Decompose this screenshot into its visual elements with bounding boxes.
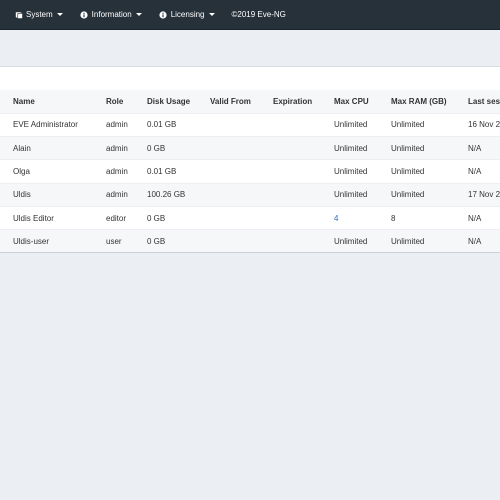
user-last-session: N/A: [455, 135, 500, 160]
table-row[interactable]: Uldis-user user 0 GB Unlimited Unlimited…: [0, 229, 500, 252]
user-expiration: [260, 159, 321, 184]
info-circle-icon: [159, 10, 168, 19]
user-expiration: [260, 206, 321, 230]
user-name: EVE Administrator: [0, 112, 93, 137]
chevron-down-icon: [208, 13, 215, 16]
user-expiration: [260, 182, 321, 207]
table-row[interactable]: EVE Administrator admin 0.01 GB Unlimite…: [0, 112, 500, 137]
column-header-expiration[interactable]: Expiration: [260, 90, 321, 113]
user-last-session: 17 Nov 20: [455, 182, 500, 207]
user-last-session: N/A: [455, 229, 500, 252]
table-row[interactable]: Olga admin 0.01 GB Unlimited Unlimited N…: [0, 159, 500, 184]
user-max-cpu: Unlimited: [321, 135, 378, 160]
user-max-ram: 8: [378, 206, 455, 230]
table-header-row: Name Role Disk Usage Valid From Expirati…: [0, 90, 500, 113]
user-name: Alain: [0, 135, 93, 160]
user-role: user: [93, 229, 134, 252]
system-menu[interactable]: System: [14, 10, 63, 19]
user-max-ram: Unlimited: [378, 112, 455, 137]
user-max-ram: Unlimited: [378, 159, 455, 184]
user-valid-from: [197, 229, 260, 252]
user-max-ram: Unlimited: [378, 229, 455, 252]
user-last-session: N/A: [455, 206, 500, 230]
column-header-disk-usage[interactable]: Disk Usage: [134, 90, 197, 113]
user-expiration: [260, 229, 321, 252]
column-header-last-session[interactable]: Last session: [455, 90, 500, 113]
user-role: admin: [93, 112, 134, 137]
user-max-cpu: 4: [321, 206, 378, 230]
user-max-cpu: Unlimited: [321, 229, 378, 252]
top-navbar: System Information Licensing ©2019 Eve-N…: [0, 0, 500, 30]
column-header-role[interactable]: Role: [93, 90, 134, 113]
user-disk-usage: 100.26 GB: [134, 182, 197, 207]
user-role: admin: [93, 159, 134, 184]
copyright-text: ©2019 Eve-NG: [231, 10, 286, 19]
book-icon: [14, 10, 23, 19]
licensing-menu-label: Licensing: [170, 10, 205, 19]
information-menu[interactable]: Information: [80, 10, 142, 19]
table-row[interactable]: Alain admin 0 GB Unlimited Unlimited N/A: [0, 135, 500, 160]
table-row[interactable]: Uldis admin 100.26 GB Unlimited Unlimite…: [0, 182, 500, 207]
user-valid-from: [197, 112, 260, 137]
licensing-menu[interactable]: Licensing: [159, 10, 215, 19]
user-disk-usage: 0 GB: [134, 135, 197, 160]
info-circle-icon: [80, 10, 89, 19]
user-disk-usage: 0 GB: [134, 206, 197, 230]
table-row[interactable]: Uldis Editor editor 0 GB 4 8 N/A: [0, 206, 500, 230]
system-menu-label: System: [26, 10, 53, 19]
column-header-name[interactable]: Name: [0, 90, 93, 113]
column-header-max-cpu[interactable]: Max CPU: [321, 90, 378, 113]
user-max-ram: Unlimited: [378, 182, 455, 207]
column-header-max-ram[interactable]: Max RAM (GB): [378, 90, 455, 113]
user-role: editor: [93, 206, 134, 230]
user-valid-from: [197, 159, 260, 184]
user-name: Uldis Editor: [0, 206, 93, 230]
user-disk-usage: 0.01 GB: [134, 159, 197, 184]
user-name: Olga: [0, 159, 93, 184]
users-table: Name Role Disk Usage Valid From Expirati…: [0, 90, 500, 252]
users-panel: Name Role Disk Usage Valid From Expirati…: [0, 66, 500, 253]
information-menu-label: Information: [91, 10, 132, 19]
user-role: admin: [93, 135, 134, 160]
user-max-ram: Unlimited: [378, 135, 455, 160]
user-expiration: [260, 135, 321, 160]
user-valid-from: [197, 206, 260, 230]
user-max-cpu: Unlimited: [321, 112, 378, 137]
column-header-valid-from[interactable]: Valid From: [197, 90, 260, 113]
user-role: admin: [93, 182, 134, 207]
user-name: Uldis-user: [0, 229, 93, 252]
user-last-session: 16 Nov 20: [455, 112, 500, 137]
user-expiration: [260, 112, 321, 137]
chevron-down-icon: [135, 13, 142, 16]
user-disk-usage: 0 GB: [134, 229, 197, 252]
user-name: Uldis: [0, 182, 93, 207]
user-valid-from: [197, 182, 260, 207]
user-valid-from: [197, 135, 260, 160]
user-disk-usage: 0.01 GB: [134, 112, 197, 137]
user-max-cpu: Unlimited: [321, 182, 378, 207]
user-last-session: N/A: [455, 159, 500, 184]
user-max-cpu: Unlimited: [321, 159, 378, 184]
chevron-down-icon: [56, 13, 63, 16]
